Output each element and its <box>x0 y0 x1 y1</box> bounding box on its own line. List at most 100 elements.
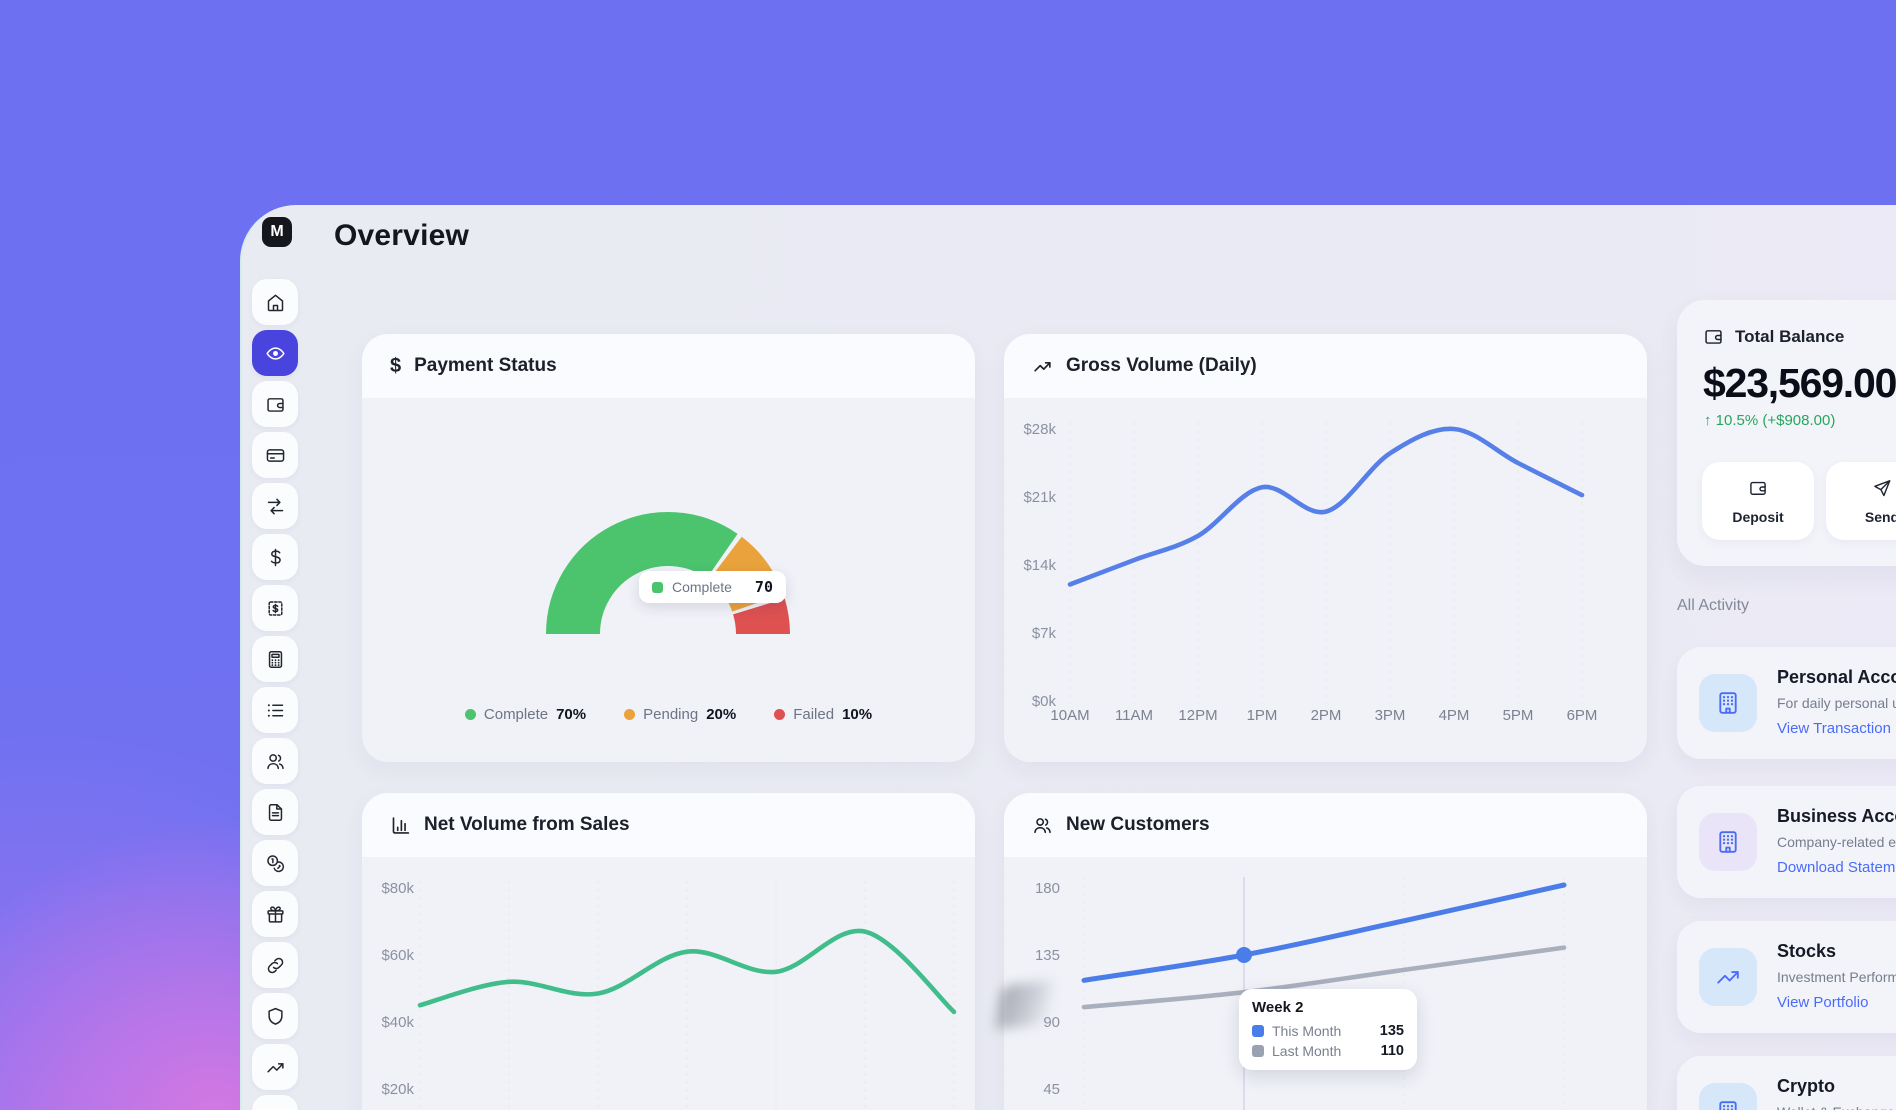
action-label: Send <box>1865 509 1896 525</box>
sidebar-item-eye[interactable] <box>252 330 298 376</box>
payment-status-card: $ Payment Status Complete 70 Complete 70… <box>362 334 975 762</box>
sidebar-item-file[interactable] <box>252 789 298 835</box>
legend-item-failed: Failed 10% <box>774 706 872 723</box>
svg-text:$14k: $14k <box>1023 557 1056 574</box>
page-title: Overview <box>334 219 469 253</box>
activity-title: Stocks <box>1777 941 1836 962</box>
total-balance-amount: $23,569.00 <box>1703 360 1896 407</box>
sidebar-item-calculator[interactable] <box>252 636 298 682</box>
activity-title: Crypto <box>1777 1076 1835 1097</box>
payment-status-header: $ Payment Status <box>362 334 975 398</box>
svg-text:3PM: 3PM <box>1375 707 1406 724</box>
tooltip-row: This Month 135 <box>1252 1023 1404 1039</box>
svg-text:45: 45 <box>1043 1081 1060 1098</box>
activity-card-personal-account[interactable]: Personal Account For daily personal use … <box>1677 647 1896 759</box>
svg-text:$40k: $40k <box>381 1014 414 1031</box>
svg-text:5PM: 5PM <box>1503 707 1534 724</box>
svg-text:1PM: 1PM <box>1247 707 1278 724</box>
deposit-button[interactable]: Deposit <box>1702 462 1814 540</box>
new-customers-tooltip: Week 2 This Month 135 Last Month 110 <box>1239 989 1417 1070</box>
home-icon <box>265 292 286 313</box>
svg-text:$80k: $80k <box>381 880 414 897</box>
tooltip-title: Week 2 <box>1252 999 1404 1016</box>
activity-link[interactable]: View Transaction <box>1777 720 1891 737</box>
sidebar-item-credit-card[interactable] <box>252 432 298 478</box>
gross-volume-card: Gross Volume (Daily) $28k$21k$14k$7k$0k1… <box>1004 334 1647 762</box>
sidebar-item-link[interactable] <box>252 942 298 988</box>
svg-text:$60k: $60k <box>381 947 414 964</box>
activity-link[interactable]: Download Statement <box>1777 859 1896 876</box>
svg-text:180: 180 <box>1035 880 1060 897</box>
tooltip-swatch <box>1252 1045 1264 1057</box>
activity-subtitle: For daily personal use <box>1777 695 1896 711</box>
tooltip-swatch <box>1252 1025 1264 1037</box>
sidebar-item-transfer[interactable] <box>252 483 298 529</box>
users-icon <box>265 751 286 772</box>
legend-dot <box>624 709 635 720</box>
sidebar-item-dollar[interactable] <box>252 534 298 580</box>
tooltip-series-value: 110 <box>1381 1043 1404 1059</box>
legend-value: 10% <box>842 706 872 723</box>
list-icon <box>265 700 286 721</box>
sidebar-item-trending-up[interactable] <box>252 1044 298 1090</box>
gross-volume-chart: $28k$21k$14k$7k$0k10AM11AM12PM1PM2PM3PM4… <box>1004 398 1647 762</box>
activity-title: Personal Account <box>1777 667 1896 688</box>
sidebar-item-gift[interactable] <box>252 891 298 937</box>
net-volume-chart: $80k$60k$40k$20k <box>362 857 975 1110</box>
file-icon <box>265 802 286 823</box>
activity-card-stocks[interactable]: Stocks Investment Performance View Portf… <box>1677 921 1896 1033</box>
sidebar-item-coins[interactable] <box>252 840 298 886</box>
tooltip-value: 70 <box>755 578 773 596</box>
link-icon <box>265 955 286 976</box>
total-balance-label: Total Balance <box>1735 327 1844 347</box>
sidebar-item-receipt[interactable] <box>252 585 298 631</box>
users-icon <box>1032 815 1053 836</box>
credit-card-icon <box>265 445 286 466</box>
tooltip-label: Complete <box>672 579 732 595</box>
send-button[interactable]: Send <box>1826 462 1896 540</box>
activity-card-crypto[interactable]: Crypto Wallet & Exchange <box>1677 1056 1896 1110</box>
sidebar-item-device[interactable] <box>252 1095 298 1110</box>
svg-text:2PM: 2PM <box>1311 707 1342 724</box>
legend-dot <box>774 709 785 720</box>
svg-text:10AM: 10AM <box>1050 707 1089 724</box>
tooltip-series-label: Last Month <box>1272 1043 1341 1059</box>
svg-text:6PM: 6PM <box>1567 707 1598 724</box>
legend-item-pending: Pending 20% <box>624 706 736 723</box>
wallet-icon <box>265 394 286 415</box>
total-balance-header: Total Balance <box>1703 326 1844 347</box>
tooltip-series-value: 135 <box>1380 1023 1404 1039</box>
gift-icon <box>265 904 286 925</box>
new-customers-card: New Customers 1801359045 Week 2 This Mon… <box>1004 793 1647 1110</box>
sidebar-item-shield[interactable] <box>252 993 298 1039</box>
net-volume-card: Net Volume from Sales $80k$60k$40k$20k <box>362 793 975 1110</box>
sidebar-item-wallet[interactable] <box>252 381 298 427</box>
gross-volume-header: Gross Volume (Daily) <box>1004 334 1647 398</box>
svg-text:12PM: 12PM <box>1178 707 1217 724</box>
sidebar-item-list[interactable] <box>252 687 298 733</box>
new-customers-header: New Customers <box>1004 793 1647 857</box>
app-logo[interactable]: M <box>262 217 292 247</box>
app-window: M Overview $ Payment Status Complete 70 … <box>240 205 1896 1110</box>
gross-volume-title: Gross Volume (Daily) <box>1066 355 1257 377</box>
activity-subtitle: Company-related expenses <box>1777 834 1896 850</box>
shield-icon <box>265 1006 286 1027</box>
activity-title: Business Account <box>1777 806 1896 827</box>
total-balance-delta: ↑ 10.5% (+$908.00) <box>1704 412 1835 429</box>
net-volume-header: Net Volume from Sales <box>362 793 975 857</box>
sidebar-item-home[interactable] <box>252 279 298 325</box>
new-customers-chart: 1801359045 <box>1004 857 1647 1110</box>
dollar-icon <box>265 547 286 568</box>
activity-card-business-account[interactable]: Business Account Company-related expense… <box>1677 786 1896 898</box>
activity-subtitle: Wallet & Exchange <box>1777 1104 1895 1110</box>
tooltip-series-label: This Month <box>1272 1023 1341 1039</box>
svg-text:4PM: 4PM <box>1439 707 1470 724</box>
building-icon <box>1699 674 1757 732</box>
send-icon <box>1872 478 1892 501</box>
building-icon <box>1699 1083 1757 1110</box>
sidebar-item-users[interactable] <box>252 738 298 784</box>
payment-status-title: Payment Status <box>414 355 557 377</box>
legend-label: Pending <box>643 706 698 723</box>
tooltip-swatch <box>652 582 663 593</box>
activity-link[interactable]: View Portfolio <box>1777 994 1868 1011</box>
